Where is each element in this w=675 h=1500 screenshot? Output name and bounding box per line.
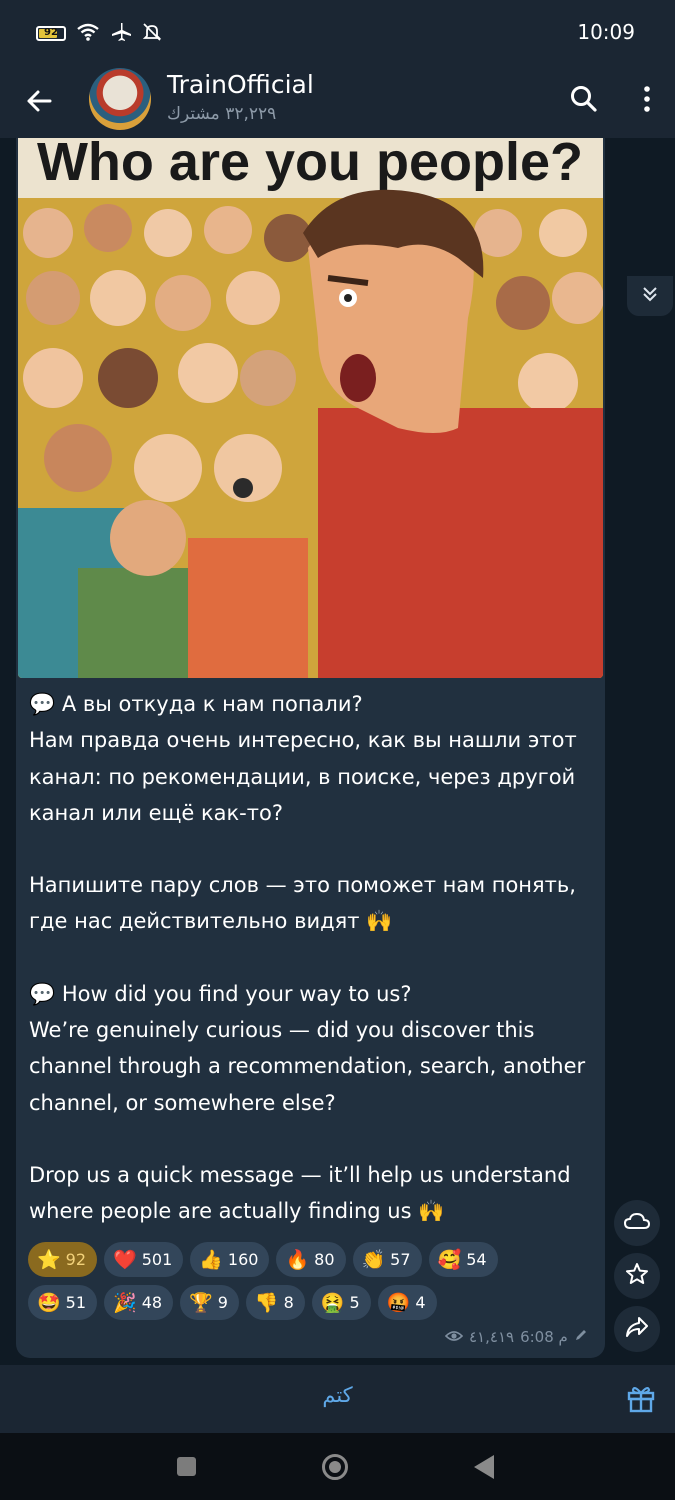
reaction-count: 5 <box>349 1293 360 1312</box>
love-face-emoji-icon: 🥰 <box>437 1248 462 1271</box>
reaction-star[interactable]: ⭐ 92 <box>28 1242 98 1277</box>
scroll-down-button[interactable] <box>627 276 673 316</box>
reaction-count: 9 <box>217 1293 228 1312</box>
cursing-emoji-icon: 🤬 <box>386 1291 411 1314</box>
reaction-trophy[interactable]: 🏆 9 <box>180 1285 239 1320</box>
save-to-cloud-button[interactable] <box>614 1200 660 1246</box>
speech-bubble-icon: 💬 <box>29 692 56 716</box>
status-icons: 92 <box>36 22 162 45</box>
reaction-love-face[interactable]: 🥰 54 <box>428 1242 498 1277</box>
reaction-thumbs-down[interactable]: 👎 8 <box>245 1285 305 1320</box>
reaction-cursing[interactable]: 🤬 4 <box>377 1285 437 1320</box>
reaction-party[interactable]: 🎉 48 <box>104 1285 174 1320</box>
message-time: 6:08 م <box>520 1328 568 1346</box>
view-count: ٤١,٤١٩ <box>469 1328 515 1346</box>
reaction-count: 57 <box>390 1250 411 1269</box>
reactions-bar: ⭐ 92 ❤️ 501 👍 160 🔥 80 👏 57 🥰 54 🤩 51 🎉 48 🏆 9 👎 8… <box>28 1242 548 1328</box>
chat-area[interactable]: Who are you people? 💬 А вы откуда к нам … <box>0 138 675 1365</box>
vomit-emoji-icon: 🤮 <box>320 1291 345 1314</box>
double-chevron-down-icon <box>640 284 660 308</box>
star-icon <box>625 1262 649 1290</box>
reaction-fire[interactable]: 🔥 80 <box>276 1242 346 1277</box>
star-emoji-icon: ⭐ <box>37 1248 61 1271</box>
bottom-bar: كتم <box>0 1365 675 1433</box>
status-bar: 92 10:09 <box>0 0 675 62</box>
thumbs-up-emoji-icon: 👍 <box>199 1248 223 1271</box>
reaction-count: 8 <box>283 1293 294 1312</box>
en-cta: Drop us a quick message — it’ll help us … <box>29 1162 578 1224</box>
battery-level: 92 <box>44 27 58 38</box>
gift-icon[interactable] <box>624 1381 658 1415</box>
home-button[interactable] <box>322 1454 348 1480</box>
reaction-count: 501 <box>141 1250 173 1269</box>
reaction-heart[interactable]: ❤️ 501 <box>104 1242 184 1277</box>
channel-name[interactable]: TrainOfficial <box>167 70 314 99</box>
share-button[interactable] <box>614 1306 660 1352</box>
reaction-count: 160 <box>227 1250 259 1269</box>
channel-avatar[interactable] <box>89 68 151 130</box>
clock: 10:09 <box>577 20 635 44</box>
recents-button[interactable] <box>177 1457 196 1476</box>
reaction-count: 54 <box>466 1250 487 1269</box>
subscriber-count: ٣٢,٢٢٩ مشترك <box>167 104 277 124</box>
share-icon <box>625 1316 649 1342</box>
reactions-row: ⭐ 92 ❤️ 501 👍 160 🔥 80 👏 57 🥰 54 <box>28 1242 548 1277</box>
back-button[interactable] <box>474 1455 494 1479</box>
eye-icon <box>444 1328 464 1346</box>
reaction-count: 51 <box>65 1293 87 1312</box>
wifi-icon <box>76 22 100 45</box>
ru-cta: Напишите пару слов — это поможет нам пон… <box>29 873 583 934</box>
speech-bubble-icon: 💬 <box>29 981 56 1006</box>
party-emoji-icon: 🎉 <box>113 1291 137 1314</box>
edited-pencil-icon <box>574 1328 588 1346</box>
trophy-emoji-icon: 🏆 <box>189 1291 213 1314</box>
system-nav-bar <box>0 1433 675 1500</box>
cloud-icon <box>623 1212 651 1234</box>
star-struck-emoji-icon: 🤩 <box>37 1291 61 1314</box>
post-image[interactable]: Who are you people? <box>18 138 603 678</box>
battery-icon: 92 <box>36 26 66 41</box>
reaction-count: 80 <box>314 1250 335 1269</box>
airplane-icon <box>110 22 132 45</box>
chat-header: TrainOfficial ٣٢,٢٢٩ مشترك <box>0 62 675 138</box>
search-icon[interactable] <box>567 82 601 116</box>
favorite-button[interactable] <box>614 1253 660 1299</box>
en-question: How did you find your way to us? <box>61 981 412 1006</box>
message-meta: ٤١,٤١٩ 6:08 م <box>444 1328 588 1346</box>
thumbs-down-emoji-icon: 👎 <box>254 1291 279 1314</box>
reaction-clap[interactable]: 👏 57 <box>352 1242 422 1277</box>
clap-emoji-icon: 👏 <box>361 1248 386 1271</box>
mute-button[interactable]: كتم <box>0 1383 675 1407</box>
message-text: 💬 А вы откуда к нам попали? Нам правда о… <box>29 686 589 1230</box>
raised-hands-icon: 🙌 <box>366 909 393 934</box>
fire-emoji-icon: 🔥 <box>285 1248 310 1271</box>
reaction-thumbs-up[interactable]: 👍 160 <box>190 1242 270 1277</box>
reaction-count: 92 <box>65 1250 87 1269</box>
reaction-count: 48 <box>141 1293 163 1312</box>
reaction-star-struck[interactable]: 🤩 51 <box>28 1285 98 1320</box>
back-arrow-icon[interactable] <box>22 84 56 118</box>
ru-question: А вы откуда к нам попали? <box>61 692 363 716</box>
reactions-row: 🤩 51 🎉 48 🏆 9 👎 8 🤮 5 🤬 4 <box>28 1285 548 1320</box>
heart-emoji-icon: ❤️ <box>113 1248 137 1271</box>
more-vertical-icon[interactable] <box>632 82 662 116</box>
reaction-vomit[interactable]: 🤮 5 <box>311 1285 371 1320</box>
image-caption: Who are you people? <box>37 138 583 192</box>
raised-hands-icon: 🙌 <box>418 1199 445 1224</box>
reaction-count: 4 <box>415 1293 426 1312</box>
en-body: We’re genuinely curious — did you discov… <box>29 1018 592 1115</box>
ru-body: Нам правда очень интересно, как вы нашли… <box>29 728 584 825</box>
bell-off-icon <box>142 22 162 45</box>
